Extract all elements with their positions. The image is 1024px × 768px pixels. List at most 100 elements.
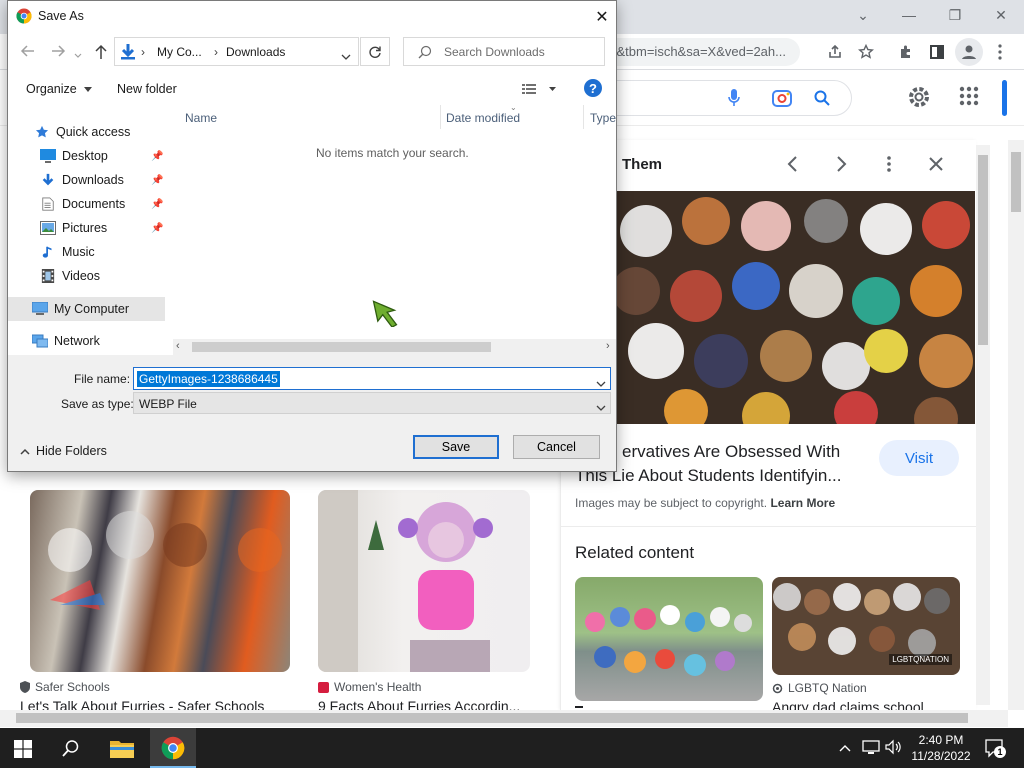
save-type-select[interactable]: WEBP File	[133, 392, 611, 414]
page-vertical-scrollbar[interactable]	[1008, 140, 1024, 710]
nav-downloads[interactable]: Downloads	[40, 169, 124, 191]
profile-avatar[interactable]	[955, 38, 983, 66]
dialog-close-button[interactable]: ✕	[590, 6, 614, 28]
column-header-date[interactable]: Date modified	[446, 111, 520, 125]
nav-videos[interactable]: Videos	[40, 265, 100, 287]
share-icon[interactable]	[821, 38, 849, 66]
back-arrow-icon[interactable]	[20, 44, 36, 61]
organize-button[interactable]: Organize	[26, 82, 93, 96]
search-placeholder: Search Downloads	[444, 45, 545, 59]
downloads-folder-icon	[120, 43, 136, 63]
settings-gear-icon[interactable]	[906, 84, 932, 113]
related-thumbnail[interactable]	[575, 577, 763, 701]
clock-date: 11/28/2022	[911, 749, 971, 763]
more-options-icon[interactable]	[886, 154, 892, 177]
clock[interactable]: 2:40 PM 11/28/2022	[905, 732, 977, 764]
related-badge: LGBTQNATION	[889, 654, 952, 665]
file-name-dropdown-icon[interactable]	[596, 376, 606, 391]
preview-title-line[interactable]: ervatives Are Obsessed With	[622, 442, 840, 462]
bookmark-star-icon[interactable]	[852, 38, 880, 66]
next-arrow-icon[interactable]	[831, 154, 851, 177]
scroll-right-arrow-icon[interactable]: ›	[606, 340, 610, 352]
side-panel-icon[interactable]	[923, 38, 951, 66]
minimize-button[interactable]: —	[886, 0, 932, 30]
volume-icon[interactable]	[885, 739, 903, 758]
nav-network[interactable]: Network	[32, 330, 100, 352]
page-horizontal-scrollbar[interactable]	[0, 710, 1008, 727]
result-thumbnail[interactable]	[30, 490, 290, 672]
previous-arrow-icon[interactable]	[783, 154, 803, 177]
file-explorer-icon[interactable]	[110, 738, 134, 761]
result-card[interactable]: Safer Schools Let's Talk About Furries -…	[20, 490, 300, 714]
recent-dropdown-icon[interactable]	[74, 47, 82, 62]
related-title[interactable]: Angry dad claims school	[772, 699, 962, 710]
column-divider[interactable]	[583, 105, 584, 129]
computer-icon	[32, 302, 48, 315]
notification-icon[interactable]: 1	[984, 738, 1006, 761]
file-name-input[interactable]: GettyImages-1238686445	[133, 367, 611, 390]
panel-scrollbar[interactable]	[976, 145, 990, 705]
chevron-up-icon	[20, 448, 30, 455]
visit-button[interactable]: Visit	[879, 440, 959, 476]
lens-icon[interactable]	[771, 88, 793, 111]
new-folder-button[interactable]: New folder	[117, 82, 177, 96]
search-downloads-input[interactable]: Search Downloads	[403, 37, 605, 66]
nav-desktop[interactable]: Desktop	[40, 145, 108, 167]
nav-music[interactable]: Music	[40, 241, 95, 263]
column-header-name[interactable]: Name	[185, 111, 217, 125]
chrome-taskbar-button[interactable]	[150, 728, 196, 768]
network-tray-icon[interactable]	[862, 739, 880, 758]
scrollbar-thumb[interactable]	[16, 713, 968, 723]
cancel-button[interactable]: Cancel	[513, 435, 600, 459]
breadcrumb-dropdown-icon[interactable]	[341, 49, 351, 64]
voice-search-icon[interactable]	[727, 88, 741, 111]
scrollbar-thumb[interactable]	[1011, 152, 1021, 212]
nav-quick-access[interactable]: Quick access	[34, 121, 130, 143]
nav-my-computer[interactable]: My Computer	[32, 298, 129, 320]
hide-folders-toggle[interactable]: Hide Folders	[20, 444, 107, 458]
nav-pictures[interactable]: Pictures	[40, 217, 107, 239]
preview-image[interactable]	[616, 191, 975, 424]
result-card[interactable]: Women's Health 9 Facts About Furries Acc…	[318, 490, 548, 714]
result-thumbnail[interactable]	[318, 490, 530, 672]
scroll-left-arrow-icon[interactable]: ‹	[176, 340, 180, 352]
learn-more-link[interactable]: Learn More	[770, 496, 835, 510]
close-preview-icon[interactable]	[927, 155, 945, 176]
breadcrumb-item[interactable]: Downloads	[226, 45, 285, 59]
up-arrow-icon[interactable]	[94, 44, 108, 63]
refresh-button[interactable]	[360, 37, 390, 66]
windows-start-icon[interactable]	[14, 740, 32, 761]
taskbar-search-icon[interactable]	[62, 739, 80, 760]
file-list: Name ⌄ Date modified Type No items match…	[165, 103, 616, 355]
tray-chevron-up-icon[interactable]	[839, 741, 851, 756]
network-icon	[32, 334, 48, 348]
window-close-button[interactable]: ✕	[978, 0, 1024, 30]
scrollbar-thumb[interactable]	[192, 342, 491, 352]
browser-menu-icon[interactable]	[986, 38, 1014, 66]
tab-search-icon[interactable]: ⌄	[840, 0, 886, 30]
address-breadcrumb[interactable]: › My Co... › Downloads	[114, 37, 359, 66]
restore-button[interactable]: ❐	[932, 0, 978, 30]
save-type-label: Save as type:	[61, 397, 134, 411]
dialog-title: Save As	[38, 9, 84, 23]
breadcrumb-item[interactable]: My Co...	[157, 45, 202, 59]
related-thumbnail[interactable]: LGBTQNATION	[772, 577, 960, 675]
nav-label: My Computer	[54, 302, 130, 316]
chrome-logo-icon	[16, 8, 32, 27]
apps-grid-icon[interactable]	[959, 86, 979, 109]
pictures-icon	[40, 221, 56, 235]
column-divider[interactable]	[440, 105, 441, 129]
file-list-scrollbar[interactable]: ‹ ›	[173, 339, 616, 355]
document-icon	[42, 197, 54, 211]
column-header-type[interactable]: Type	[590, 111, 616, 125]
panel-scrollbar-thumb[interactable]	[978, 155, 988, 345]
star-icon	[35, 125, 49, 138]
forward-arrow-icon[interactable]	[50, 44, 66, 61]
nav-documents[interactable]: Documents	[40, 193, 125, 215]
search-icon[interactable]	[813, 89, 831, 110]
save-button[interactable]: Save	[413, 435, 499, 459]
view-options-icon[interactable]	[522, 83, 558, 98]
help-icon[interactable]: ?	[584, 79, 602, 97]
save-type-dropdown-icon[interactable]	[596, 400, 606, 415]
extensions-icon[interactable]	[892, 38, 920, 66]
